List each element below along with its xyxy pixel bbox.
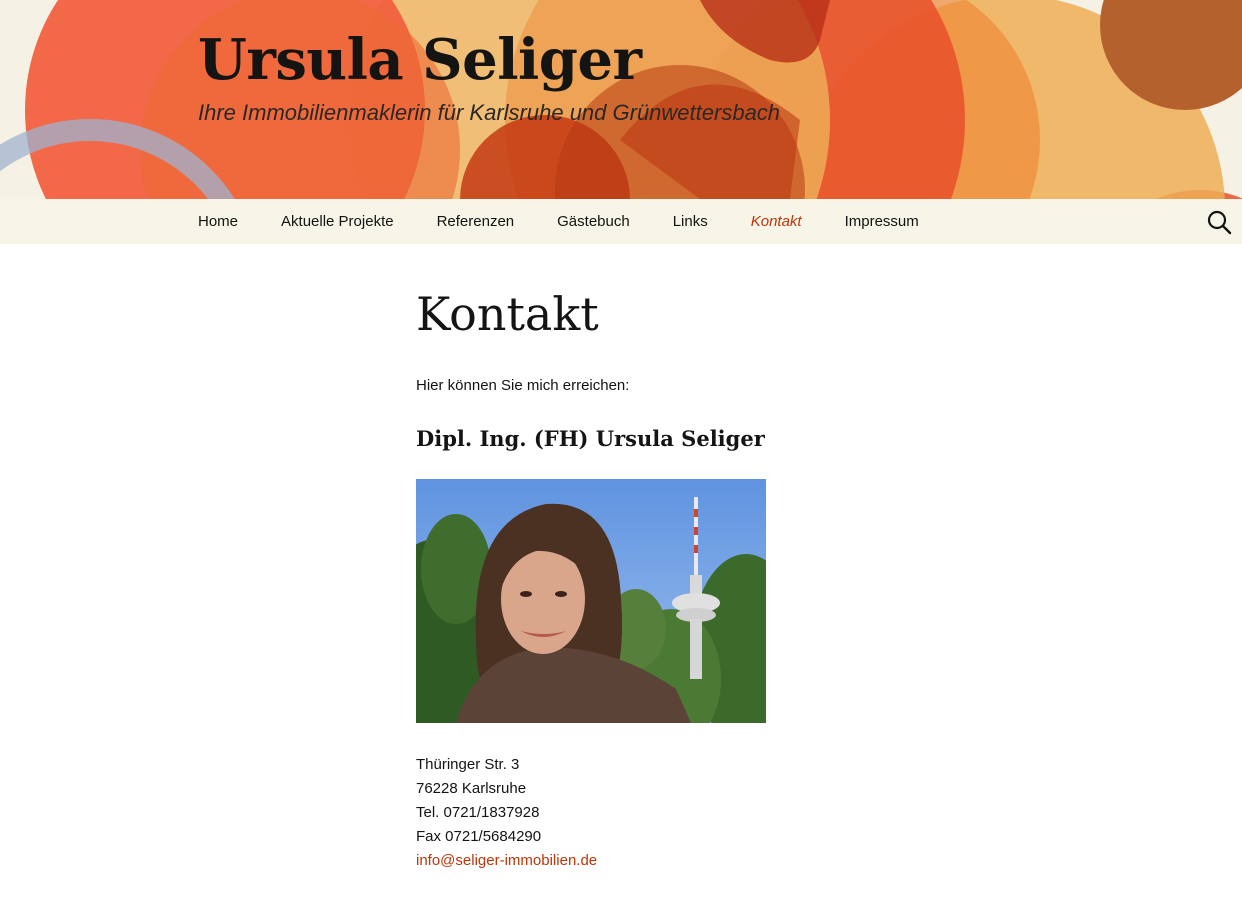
- nav-item-referenzen[interactable]: Referenzen: [437, 199, 515, 244]
- address-city: 76228 Karlsruhe: [416, 780, 527, 797]
- site-description: Ihre Immobilienmaklerin für Karlsruhe un…: [198, 100, 781, 125]
- nav-item-gaestebuch[interactable]: Gästebuch: [557, 199, 630, 244]
- site-header: Ursula Seliger Ihre Immobilienmaklerin f…: [0, 0, 1242, 199]
- portrait-photo: [416, 479, 766, 723]
- contact-email-link[interactable]: info@seliger-immobilien.de: [416, 852, 597, 869]
- nav-item-links[interactable]: Links: [673, 199, 708, 244]
- page-content: Kontakt Hier können Sie mich erreichen: …: [416, 244, 976, 873]
- contact-fax: Fax 0721/5684290: [416, 828, 542, 845]
- site-title[interactable]: Ursula Seliger: [198, 22, 642, 98]
- nav-item-home[interactable]: Home: [198, 199, 238, 244]
- search-icon[interactable]: [1205, 208, 1233, 236]
- address-street: Thüringer Str. 3: [416, 756, 520, 773]
- intro-text: Hier können Sie mich erreichen:: [416, 377, 630, 394]
- nav-item-kontakt[interactable]: Kontakt: [751, 199, 802, 244]
- main-navigation: Home Aktuelle Projekte Referenzen Gästeb…: [0, 199, 1242, 244]
- person-name-heading: Dipl. Ing. (FH) Ursula Seliger: [416, 426, 765, 451]
- contact-phone: Tel. 0721/1837928: [416, 804, 540, 821]
- contact-address: Thüringer Str. 3 76228 Karlsruhe Tel. 07…: [416, 753, 976, 873]
- nav-menu: Home Aktuelle Projekte Referenzen Gästeb…: [198, 199, 962, 244]
- page-title: Kontakt: [416, 287, 599, 341]
- nav-item-impressum[interactable]: Impressum: [845, 199, 919, 244]
- nav-item-aktuelle-projekte[interactable]: Aktuelle Projekte: [281, 199, 394, 244]
